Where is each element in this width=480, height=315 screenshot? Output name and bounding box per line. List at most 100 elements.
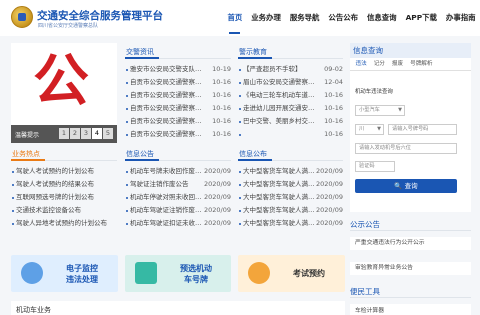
item-date: 09-02 xyxy=(324,65,343,73)
news-item[interactable]: 机动车号牌未收回作废… 2020/09 xyxy=(125,165,231,178)
vehicle-business-section: 机动车业务 xyxy=(11,301,345,315)
item-date: 2020/09 xyxy=(315,206,343,214)
item-date: 2020/09 xyxy=(315,219,343,227)
item-date: 2020/09 xyxy=(203,167,231,175)
chevron-down-icon: ▼ xyxy=(398,107,402,113)
item-date: 12-04 xyxy=(324,78,343,86)
news-item[interactable]: 雅安市公安局交警支队… 10-19 xyxy=(125,63,231,76)
tools-item[interactable]: 车检计算器 xyxy=(350,304,471,315)
news-item[interactable]: 巴中交警、美丽乡村交… 10-16 xyxy=(238,115,343,128)
panel-header: 信息公告 xyxy=(125,149,231,161)
news-item[interactable]: 机动车驾驶证注销作废… 2020/09 xyxy=(125,204,231,217)
news-item[interactable]: 驾驶证注销作废公告 2020/09 xyxy=(125,178,231,191)
exam-booking-button[interactable]: 考试预约 xyxy=(238,255,345,292)
captcha-input[interactable]: 验证码 xyxy=(355,161,395,172)
item-date: 10-16 xyxy=(212,91,231,99)
nav-app-download[interactable]: APP下载 xyxy=(401,0,441,36)
vehicle-type-select[interactable]: 小型汽车 ▼ xyxy=(355,105,405,116)
news-item[interactable]: 眉山市公安局交通警察… 12-04 xyxy=(238,76,343,89)
panel-title: 业务热点 xyxy=(11,149,117,160)
tab-violation[interactable]: 违法 xyxy=(352,58,370,70)
news-item[interactable]: 自贡市公安局交通警察… 10-16 xyxy=(125,128,231,141)
section-title: 机动车业务 xyxy=(16,306,51,314)
item-date: 10-16 xyxy=(212,78,231,86)
query-subtitle: 机动车违法查询 xyxy=(355,89,393,95)
police-news-panel: 交警资讯 雅安市公安局交警支队… 10-19 自贡市公安局交通警察… 10-16 自… xyxy=(125,47,231,141)
banner-carousel[interactable]: 公 温馨提示 1 2 3 4 5 xyxy=(11,43,117,143)
quick-label: 考试预约 xyxy=(293,269,325,278)
panel-title: 信息公布 xyxy=(238,149,343,160)
car-plate-icon xyxy=(135,262,157,284)
carousel-page-button-active[interactable]: 4 xyxy=(92,128,102,139)
plate-preselect-button[interactable]: 预选机动 车号牌 xyxy=(125,255,231,292)
item-date: 10-16 xyxy=(324,117,343,125)
tab-plate-parse[interactable]: 号牌解析 xyxy=(407,58,436,70)
nav-business[interactable]: 业务办理 xyxy=(247,0,286,36)
news-item[interactable]: 大中型客货车驾驶人满… 2020/09 xyxy=(238,165,343,178)
item-date: 2020/09 xyxy=(203,206,231,214)
item-date: 10-16 xyxy=(324,91,343,99)
chevron-down-icon: ▼ xyxy=(377,126,381,132)
news-item[interactable]: 大中型客货车驾驶人满… 2020/09 xyxy=(238,204,343,217)
monitor-icon xyxy=(21,262,43,284)
panel-header: 业务热点 xyxy=(11,149,117,161)
notice-item[interactable]: 严重交通违法行为公开公示 xyxy=(350,237,471,250)
tab-scrap[interactable]: 报废 xyxy=(388,58,406,70)
panel-title: 警示教育 xyxy=(238,47,343,58)
query-tabs: 违法 记分 报废 号牌解析 xyxy=(350,58,471,71)
carousel-page-button[interactable]: 2 xyxy=(70,128,80,139)
query-title: 信息查询 xyxy=(350,43,471,58)
electronic-monitoring-button[interactable]: 电子监控 违法处理 xyxy=(11,255,118,292)
news-item[interactable]: 自贡市公安局交通警察… 10-16 xyxy=(125,76,231,89)
carousel-page-button[interactable]: 1 xyxy=(59,128,69,139)
news-item[interactable]: 大中型客货车驾驶人满… 2020/09 xyxy=(238,178,343,191)
item-date: 2020/09 xyxy=(203,219,231,227)
site-title: 交通安全综合服务管理平台 xyxy=(37,10,163,22)
tab-points[interactable]: 记分 xyxy=(370,58,388,70)
carousel-page-button[interactable]: 3 xyxy=(81,128,91,139)
item-date: 10-16 xyxy=(212,104,231,112)
news-item[interactable]: 【严查超员不手软】 09-02 xyxy=(238,63,343,76)
item-date: 2020/09 xyxy=(203,193,231,201)
news-item[interactable]: 大中型客货车驾驶人满… 2020/09 xyxy=(238,191,343,204)
nav-guide[interactable]: 办事指南 xyxy=(441,0,480,36)
plate-number-input[interactable]: 请输入号牌号码 xyxy=(388,124,457,135)
hot-topics-panel: 业务热点 驾驶人考试预约的计划公布 驾驶人考试预约的结果公布 互联网预选号牌的计… xyxy=(11,149,117,230)
news-item[interactable]: 大中型客货车驾驶人满… 2020/09 xyxy=(238,217,343,230)
main-nav: 首页 业务办理 服务导航 公告公布 信息查询 APP下载 办事指南 xyxy=(223,0,480,36)
nav-info-query[interactable]: 信息查询 xyxy=(363,0,402,36)
list-item[interactable]: 交通技术监控设备公布 xyxy=(11,204,117,217)
engine-number-input[interactable]: 请输入发动机号后六位 xyxy=(355,143,457,154)
item-date: 10-16 xyxy=(324,104,343,112)
news-item[interactable]: 《电动三轮车机动车道… 10-16 xyxy=(238,89,343,102)
news-item[interactable]: 自贡市公安局交通警察… 10-16 xyxy=(125,102,231,115)
query-button[interactable]: 🔍 查询 xyxy=(355,179,457,193)
nav-announcements[interactable]: 公告公布 xyxy=(324,0,363,36)
province-select[interactable]: 川 ▼ xyxy=(355,124,384,135)
news-item[interactable]: 机动车停驶对照未收回… 2020/09 xyxy=(125,191,231,204)
item-date: 2020/09 xyxy=(315,180,343,188)
nav-home[interactable]: 首页 xyxy=(223,0,247,36)
site-subtitle: 四川省公安厅交通警察总队 xyxy=(38,23,99,29)
news-item[interactable]: 走进幼儿园开展交通安… 10-16 xyxy=(238,102,343,115)
list-item[interactable]: 互联网预选号牌的计划公布 xyxy=(11,191,117,204)
tools-title: 便民工具 xyxy=(350,285,471,298)
news-item[interactable]: 自贡市公安局交通警察… 10-16 xyxy=(125,115,231,128)
item-date: 2020/09 xyxy=(203,180,231,188)
list-item[interactable]: 驾驶人考试预约的结果公布 xyxy=(11,178,117,191)
news-item[interactable]: 机动车驾驶证扣证未收… 2020/09 xyxy=(125,217,231,230)
item-date: 2020/09 xyxy=(315,167,343,175)
notice-item[interactable]: 审验教育异常业务公告 xyxy=(350,262,471,275)
list-item[interactable]: 驾驶人考试预约的计划公布 xyxy=(11,165,117,178)
nav-service-guide[interactable]: 服务导航 xyxy=(285,0,324,36)
query-form: 违法 记分 报废 号牌解析 机动车违法查询 小型汽车 ▼ 川 ▼ 请输入号牌号码 请… xyxy=(350,58,471,212)
news-item[interactable]: 10-16 xyxy=(238,128,343,141)
carousel-caption-bar: 温馨提示 1 2 3 4 5 xyxy=(11,125,117,143)
news-item[interactable]: 自贡市公安局交通警察… 10-16 xyxy=(125,89,231,102)
item-date: 10-16 xyxy=(324,130,343,138)
quick-label: 预选机动 车号牌 xyxy=(180,264,212,284)
warning-education-panel: 警示教育 【严查超员不手软】 09-02 眉山市公安局交通警察… 12-04 《电动… xyxy=(238,47,343,141)
list-item[interactable]: 驾驶人异地考试预约的计划公布 xyxy=(11,217,117,230)
carousel-page-button[interactable]: 5 xyxy=(103,128,113,139)
query-panel: 信息查询 违法 记分 报废 号牌解析 机动车违法查询 小型汽车 ▼ 川 ▼ 请输入号… xyxy=(350,43,471,212)
